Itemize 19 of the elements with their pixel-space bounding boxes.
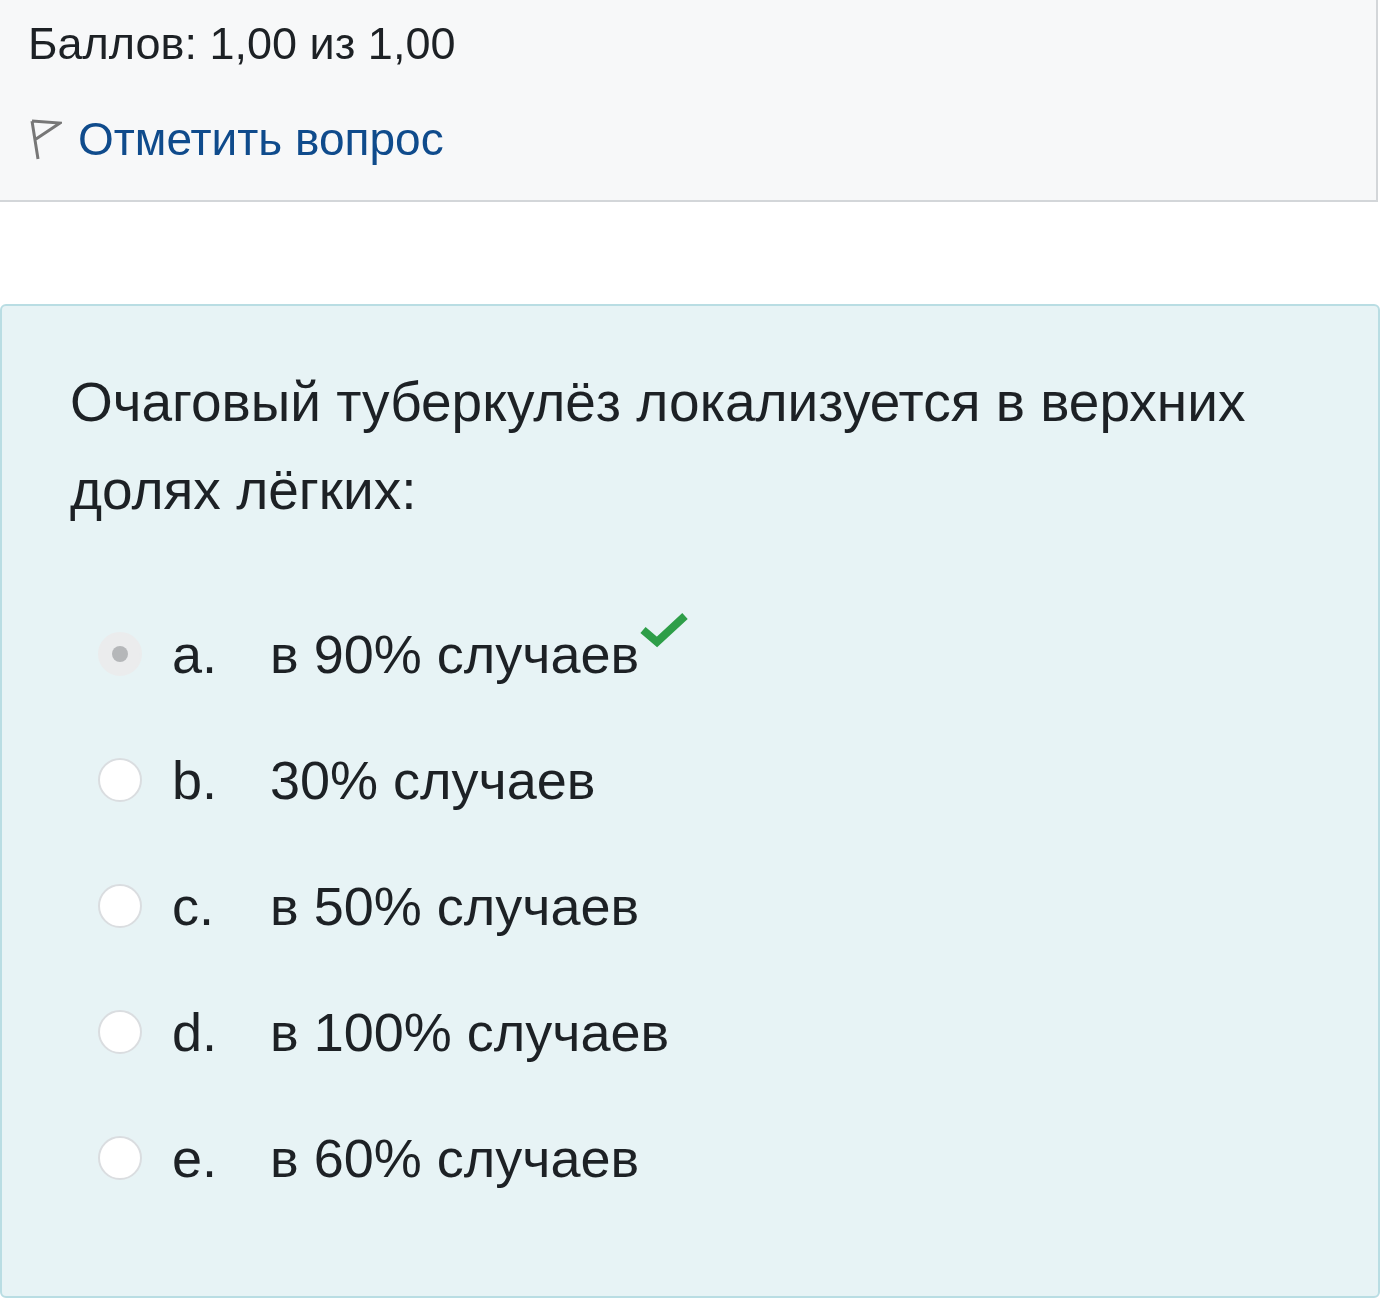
option-letter: c. [172,875,215,937]
option-letter: a. [172,623,219,685]
question-text: Очаговый туберкулёз локализуется в верхних долях лёгких: [70,370,1247,523]
radio-button[interactable] [98,1136,142,1180]
option-text: в 90% случаев [270,623,640,685]
option-letter: d. [172,1001,219,1063]
option-text: в 100% случаев [270,1001,670,1063]
option-letter: b. [172,749,219,811]
radio-button[interactable] [98,884,142,928]
option-text: в 60% случаев [270,1127,640,1189]
grade-text: Баллов: 1,00 из 1,00 [28,18,457,70]
option-letter: e. [172,1127,219,1189]
option-text: в 50% случаев [270,875,640,937]
option-text: 30% случаев [270,749,596,811]
flag-question-link[interactable]: Отметить вопрос [78,112,444,166]
radio-button[interactable] [98,758,142,802]
flag-icon[interactable] [28,117,62,161]
radio-button[interactable] [98,632,142,676]
radio-button[interactable] [98,1010,142,1054]
